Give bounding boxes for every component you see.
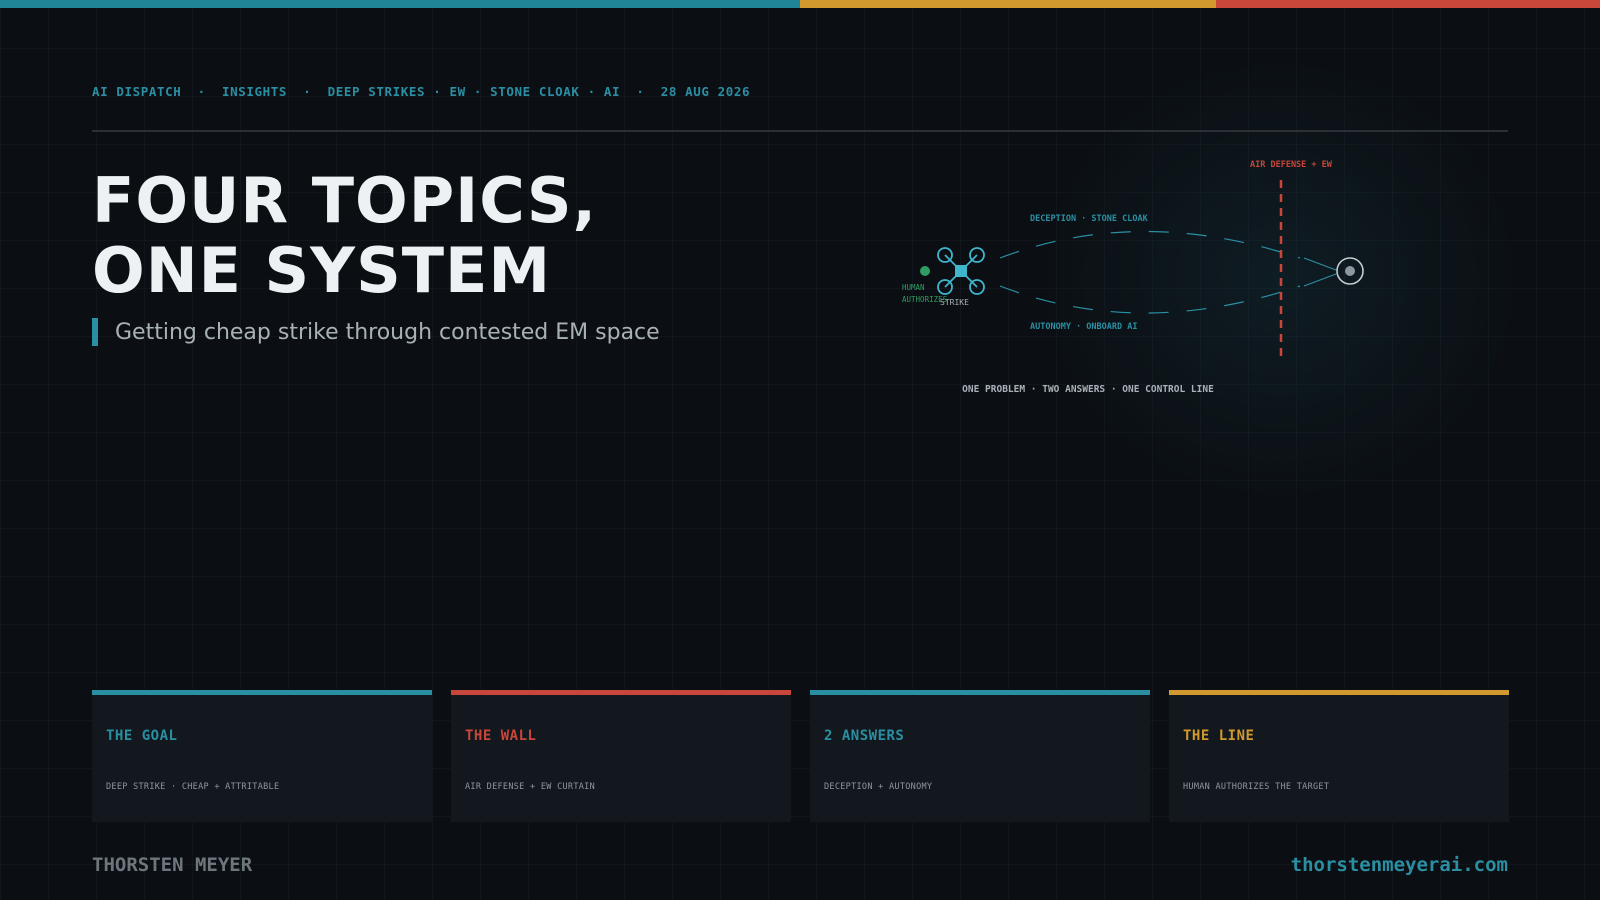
card-the-goal: THE GOAL DEEP STRIKE · CHEAP + ATTRITABL… — [92, 690, 432, 822]
author-name: THORSTEN MEYER — [92, 854, 253, 876]
deception-label: DECEPTION · STONE CLOAK — [1030, 214, 1149, 224]
human-label: HUMAN — [902, 283, 925, 292]
card-title: 2 ANSWERS — [824, 728, 905, 744]
autonomy-label: AUTONOMY · ONBOARD AI — [1030, 322, 1137, 332]
card-accent-bar — [810, 690, 1150, 695]
diagram-caption: ONE PROBLEM · TWO ANSWERS · ONE CONTROL … — [962, 384, 1214, 395]
autonomy-path — [999, 285, 1301, 314]
card-the-wall: THE WALL AIR DEFENSE + EW CURTAIN — [451, 690, 791, 822]
card-accent-bar — [451, 690, 791, 695]
card-subtitle: HUMAN AUTHORIZES THE TARGET — [1183, 782, 1330, 792]
human-node — [920, 266, 930, 276]
strike-label: STRIKE — [940, 298, 969, 307]
quadcopter-drone-icon — [937, 247, 985, 295]
card-title: THE LINE — [1183, 728, 1255, 744]
card-subtitle: DECEPTION + AUTONOMY — [824, 782, 933, 792]
card-subtitle: AIR DEFENSE + EW CURTAIN — [465, 782, 596, 792]
website-link[interactable]: thorstenmeyerai.com — [1291, 854, 1508, 876]
lower-converge-line — [1303, 273, 1337, 287]
upper-converge-line — [1303, 257, 1337, 271]
card-accent-bar — [1169, 690, 1509, 695]
deception-path — [999, 230, 1301, 259]
card-accent-bar — [92, 690, 432, 695]
card-title: THE GOAL — [106, 728, 178, 744]
card-subtitle: DEEP STRIKE · CHEAP + ATTRITABLE — [106, 782, 280, 792]
card-2-answers: 2 ANSWERS DECEPTION + AUTONOMY — [810, 690, 1150, 822]
target-icon — [1336, 257, 1364, 285]
card-title: THE WALL — [465, 728, 537, 744]
barrier-label: AIR DEFENSE + EW — [1250, 160, 1333, 170]
card-the-line: THE LINE HUMAN AUTHORIZES THE TARGET — [1169, 690, 1509, 822]
